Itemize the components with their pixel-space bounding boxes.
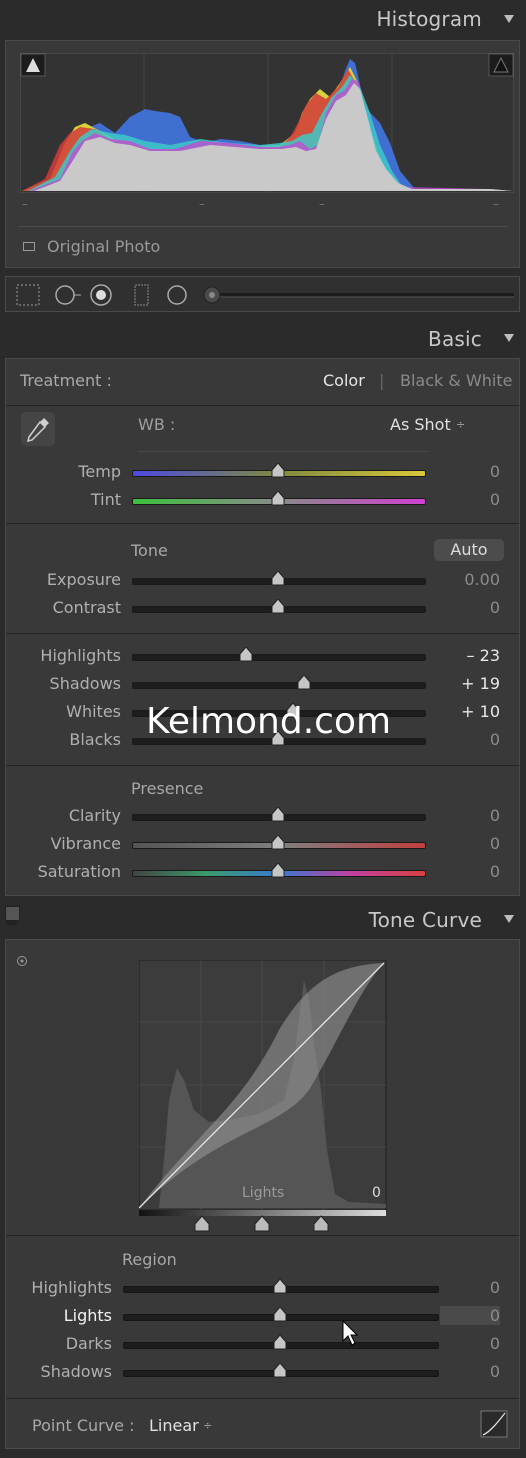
collapse-triangle-icon[interactable] [504, 334, 514, 342]
treatment-divider: | [379, 371, 385, 390]
saturation-label: Saturation [37, 862, 121, 881]
temp-slider-thumb[interactable] [271, 463, 285, 479]
blacks-label: Blacks [69, 730, 121, 749]
radial-filter-icon[interactable] [167, 285, 187, 305]
highlights-label: Highlights [40, 646, 121, 665]
adjustment-brush-slider[interactable] [203, 286, 514, 304]
region-highlights-slider-thumb[interactable] [273, 1279, 287, 1295]
treatment-label: Treatment : [20, 371, 112, 390]
panel-toggle-switch[interactable] [5, 906, 20, 921]
split-point-slider-2[interactable] [254, 1215, 270, 1232]
region-shadows-label: Shadows [40, 1362, 112, 1381]
tone-curve-title: Tone Curve [368, 908, 482, 932]
white-balance-eyedropper-icon[interactable] [20, 411, 56, 447]
whites-value[interactable]: + 10 [440, 702, 500, 721]
exposure-value[interactable]: 0.00 [440, 570, 500, 589]
tone-curve-panel: Lights 0 Region Highlights 0 Lights 0 Darks 0… [5, 939, 520, 1449]
region-shadows-slider-thumb[interactable] [273, 1363, 287, 1379]
point-curve-label: Point Curve : [32, 1416, 135, 1435]
highlights-slider[interactable] [132, 654, 426, 661]
presence-section-label: Presence [131, 779, 204, 798]
auto-tone-button[interactable]: Auto [434, 539, 504, 561]
temp-value[interactable]: 0 [440, 462, 500, 481]
spot-removal-icon[interactable] [55, 285, 81, 305]
mouse-cursor-icon [342, 1320, 359, 1346]
edit-point-curve-icon[interactable] [480, 1410, 508, 1438]
basic-title: Basic [428, 327, 482, 351]
shadows-slider-thumb[interactable] [297, 675, 311, 691]
region-section-label: Region [122, 1250, 177, 1269]
blacks-value[interactable]: 0 [440, 730, 500, 749]
clarity-value[interactable]: 0 [440, 806, 500, 825]
original-photo-checkbox[interactable] [23, 242, 35, 251]
histogram-panel: – – – – Original Photo [5, 40, 520, 268]
treatment-bw-option[interactable]: Black & White [400, 371, 512, 390]
shadows-label: Shadows [49, 674, 121, 693]
curve-region-label: Lights [242, 1185, 285, 1201]
saturation-slider-thumb[interactable] [271, 863, 285, 879]
split-point-slider-1[interactable] [194, 1215, 210, 1232]
graduated-filter-icon[interactable] [134, 284, 149, 306]
region-shadows-value[interactable]: 0 [440, 1362, 500, 1381]
exposure-label: Exposure [46, 570, 121, 589]
tint-slider-thumb[interactable] [271, 491, 285, 507]
histogram-title: Histogram [376, 7, 482, 31]
watermark-text: Kelmond.com [146, 701, 392, 742]
vibrance-label: Vibrance [50, 834, 121, 853]
vibrance-value[interactable]: 0 [440, 834, 500, 853]
region-lights-slider-thumb[interactable] [273, 1307, 287, 1323]
temp-label: Temp [78, 462, 121, 481]
highlights-value[interactable]: – 23 [440, 646, 500, 665]
point-curve-select[interactable]: Linear [149, 1416, 199, 1435]
contrast-label: Contrast [52, 598, 121, 617]
tone-curve-header[interactable]: Tone Curve [0, 900, 526, 938]
tint-label: Tint [90, 490, 121, 509]
highlights-slider-thumb[interactable] [239, 647, 253, 663]
histogram-header[interactable]: Histogram [0, 0, 526, 38]
crop-overlay-icon[interactable] [16, 284, 40, 306]
histogram-tick-1: – [22, 197, 28, 211]
tint-value[interactable]: 0 [440, 490, 500, 509]
tool-strip [5, 276, 520, 312]
whites-label: Whites [66, 702, 121, 721]
saturation-value[interactable]: 0 [440, 862, 500, 881]
region-highlights-value[interactable]: 0 [440, 1278, 500, 1297]
wb-label: WB : [138, 415, 176, 434]
contrast-value[interactable]: 0 [440, 598, 500, 617]
clarity-label: Clarity [68, 806, 121, 825]
point-curve-arrow-icon[interactable]: ÷ [203, 1419, 212, 1432]
histogram-tick-4: – [493, 197, 499, 211]
red-eye-icon[interactable] [90, 284, 112, 306]
exposure-slider-thumb[interactable] [271, 571, 285, 587]
region-darks-slider-thumb[interactable] [273, 1335, 287, 1351]
wb-arrow-icon[interactable]: ÷ [456, 418, 465, 431]
histogram-graph [20, 53, 514, 193]
original-photo-label: Original Photo [47, 237, 161, 256]
region-darks-label: Darks [65, 1334, 112, 1353]
collapse-triangle-icon[interactable] [504, 15, 514, 23]
region-highlights-label: Highlights [31, 1278, 112, 1297]
histogram-tick-2: – [199, 197, 205, 211]
collapse-triangle-icon[interactable] [504, 915, 514, 923]
basic-header[interactable]: Basic [0, 318, 526, 356]
shadows-slider[interactable] [132, 682, 426, 689]
region-lights-value[interactable]: 0 [440, 1306, 500, 1325]
split-point-slider-3[interactable] [313, 1215, 329, 1232]
tone-section-label: Tone [131, 541, 168, 560]
shadows-value[interactable]: + 19 [440, 674, 500, 693]
region-darks-value[interactable]: 0 [440, 1334, 500, 1353]
treatment-color-option[interactable]: Color [323, 371, 365, 390]
clarity-slider-thumb[interactable] [271, 807, 285, 823]
wb-value[interactable]: As Shot [390, 415, 451, 434]
tone-curve-graph[interactable] [139, 960, 387, 1244]
curve-region-value: 0 [372, 1185, 381, 1201]
targeted-adjustment-icon[interactable] [16, 955, 28, 967]
contrast-slider-thumb[interactable] [271, 599, 285, 615]
region-lights-label: Lights [63, 1306, 112, 1325]
vibrance-slider-thumb[interactable] [271, 835, 285, 851]
basic-panel: Treatment : Color | Black & White WB : A… [5, 358, 520, 896]
histogram-tick-3: – [319, 197, 325, 211]
